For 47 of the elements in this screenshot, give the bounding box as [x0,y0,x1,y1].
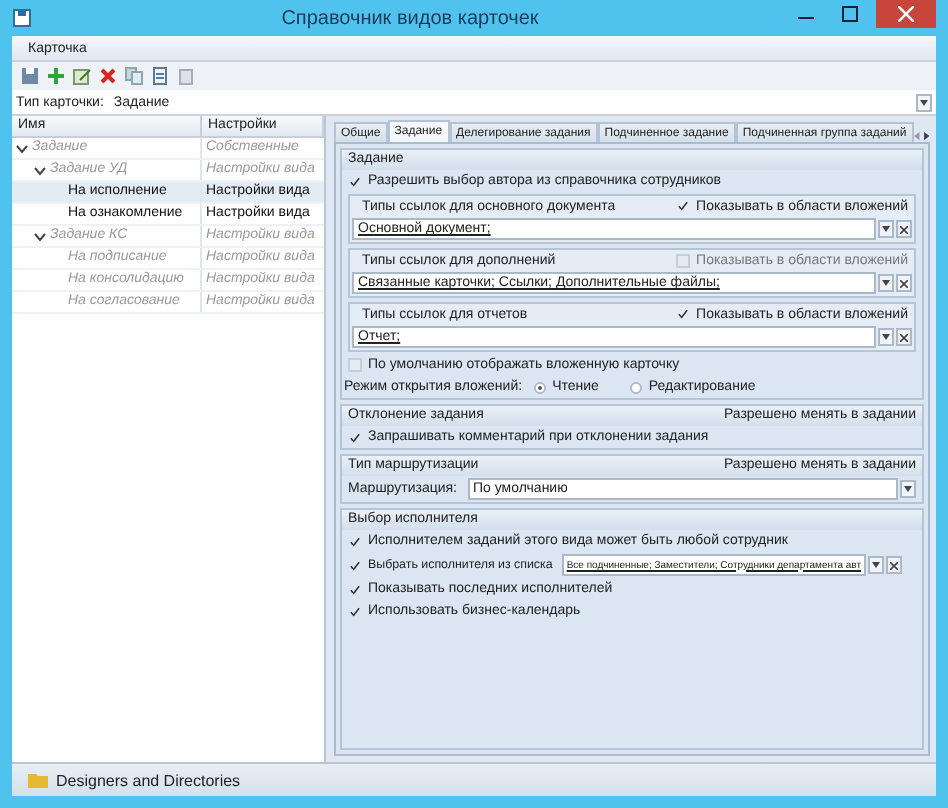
edit-icon[interactable] [72,66,92,86]
close-icon [889,561,898,569]
dropdown-button[interactable] [900,480,916,498]
folder-icon [28,772,48,788]
checkbox[interactable] [348,558,362,572]
radio-button[interactable] [630,381,643,393]
caret-icon [871,562,880,568]
close-icon [900,225,908,233]
dropdown-button[interactable] [916,93,932,111]
clear-button[interactable] [896,274,912,292]
chevron-icon[interactable] [34,231,46,241]
checkbox[interactable] [348,430,362,444]
maximize-icon [842,6,858,22]
checkbox[interactable] [348,582,362,596]
dropdown-button[interactable] [878,328,894,346]
checkbox[interactable] [348,174,362,188]
checkbox[interactable] [348,534,362,548]
window-icon [12,8,32,28]
close-icon [898,6,914,22]
clipboard-icon[interactable] [176,66,196,86]
delete-icon[interactable] [98,66,118,86]
save-icon[interactable] [20,66,40,86]
caret-icon [882,226,890,232]
caret-icon [882,280,890,286]
close-icon [900,279,908,287]
caret-icon [920,99,928,105]
close-button[interactable] [876,0,936,28]
document-icon[interactable] [150,66,170,86]
chevron-icon[interactable] [34,165,46,175]
checkbox[interactable] [676,307,691,321]
chevron-icon[interactable] [16,143,28,153]
caret-icon [904,486,912,492]
clear-button[interactable] [896,220,912,238]
clear-button[interactable] [896,328,912,346]
clear-button[interactable] [885,556,902,574]
checkbox[interactable] [676,199,691,213]
window-title: Справочник видов карточек [279,7,541,29]
dropdown-button[interactable] [878,274,894,292]
radio-button[interactable] [534,381,547,393]
dropdown-button[interactable] [878,220,894,238]
scroll-right-icon[interactable] [924,130,930,142]
checkbox[interactable] [348,604,362,618]
status-text[interactable]: Designers and Directories [56,771,241,789]
close-icon [900,333,908,341]
caret-icon [882,334,890,340]
plus-icon[interactable] [46,66,66,86]
dropdown-button[interactable] [867,556,884,574]
